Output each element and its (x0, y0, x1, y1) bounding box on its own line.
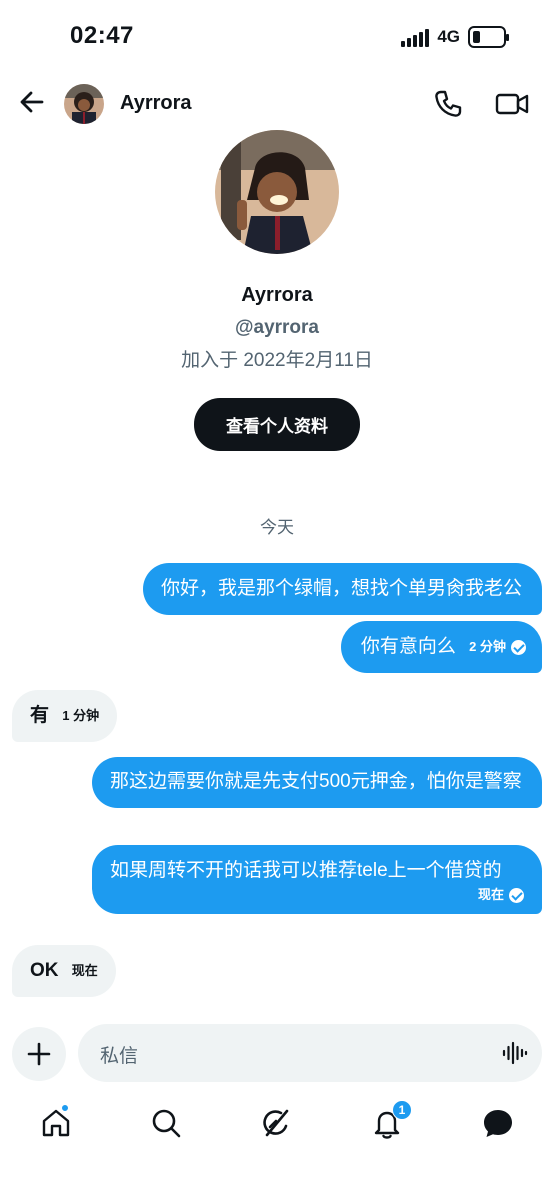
home-icon (42, 1109, 70, 1137)
message-text: 有 (30, 705, 50, 727)
profile-joined-date: 加入于 2022年2月11日 (181, 350, 373, 371)
video-call-button[interactable] (494, 88, 530, 120)
plus-icon (27, 1042, 51, 1066)
signal-icon (401, 27, 430, 47)
add-media-button[interactable] (12, 1027, 66, 1081)
battery-icon (468, 26, 509, 48)
message-time: 现在 (477, 887, 504, 902)
sent-check-icon (509, 887, 524, 903)
message-text: OK (30, 960, 59, 982)
status-indicators: 4G (401, 26, 509, 48)
message-bubble[interactable]: 你有意向么 2 分钟 (340, 621, 542, 674)
nav-notifications[interactable]: 1 (370, 1100, 412, 1140)
notifications-badge: 1 (392, 1100, 412, 1120)
profile-name: Ayrrora (241, 284, 313, 306)
conversation-header: Ayrrora (0, 74, 554, 134)
phone-icon (435, 90, 462, 117)
nav-messages[interactable] (481, 1106, 515, 1140)
message-text: 你有意向么 (360, 636, 456, 658)
header-name[interactable]: Ayrrora (120, 92, 192, 115)
profile-avatar[interactable] (215, 130, 339, 254)
message-meta: 2 分钟 (469, 632, 526, 662)
nav-home[interactable] (39, 1104, 73, 1140)
profile-card: Ayrrora @ayrrora 加入于 2022年2月11日 查看个人资料 (0, 130, 554, 451)
sent-check-icon (511, 639, 526, 655)
view-profile-button[interactable]: 查看个人资料 (194, 398, 360, 451)
message-bubble[interactable]: 那这边需要你就是先支付500元押金，怕你是警察 (92, 757, 542, 808)
message-text: 如果周转不开的话我可以推荐tele上一个借贷的 (110, 860, 502, 881)
messages-icon (484, 1110, 512, 1137)
message-time: 1 分钟 (62, 708, 100, 723)
message-bubble[interactable]: 有 1 分钟 (12, 690, 118, 743)
status-bar: 02:47 4G (0, 0, 554, 70)
back-button[interactable] (16, 86, 48, 118)
message-bubble[interactable]: 如果周转不开的话我可以推荐tele上一个借贷的 现在 (92, 845, 542, 915)
message-input[interactable]: 私信 (78, 1024, 542, 1082)
status-time: 02:47 (70, 22, 134, 49)
search-icon (152, 1109, 181, 1138)
nav-search[interactable] (149, 1106, 183, 1140)
message-input-placeholder: 私信 (100, 1046, 139, 1067)
message-time: 现在 (71, 963, 98, 978)
message-text: 你好，我是那个绿帽，想找个单男肏我老公 (160, 578, 522, 599)
home-unread-dot (61, 1104, 69, 1112)
nav-grok[interactable] (259, 1106, 293, 1140)
day-separator: 今天 (260, 518, 294, 537)
bottom-nav: 1 (0, 1100, 554, 1150)
message-bubble[interactable]: 你好，我是那个绿帽，想找个单男肏我老公 (142, 563, 542, 615)
arrow-left-icon (20, 91, 44, 113)
message-text: 那这边需要你就是先支付500元押金，怕你是警察 (110, 771, 522, 792)
grok-icon (263, 1109, 289, 1137)
header-avatar[interactable] (64, 84, 104, 124)
message-time: 2 分钟 (469, 639, 506, 654)
voice-message-icon[interactable] (502, 1041, 528, 1065)
message-meta: 现在 (110, 886, 524, 904)
video-camera-icon (495, 93, 529, 115)
network-label: 4G (437, 27, 460, 46)
call-button[interactable] (432, 88, 464, 120)
profile-handle: @ayrrora (234, 317, 319, 338)
message-bubble[interactable]: OK 现在 (12, 945, 116, 998)
